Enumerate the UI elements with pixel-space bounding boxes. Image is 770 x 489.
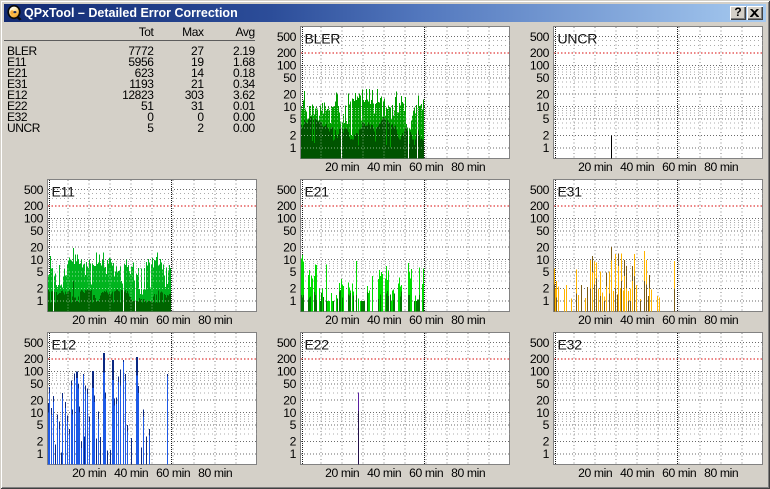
svg-text:1: 1 bbox=[543, 141, 550, 155]
svg-text:60 min: 60 min bbox=[662, 466, 696, 480]
svg-text:60 min: 60 min bbox=[156, 466, 190, 480]
svg-text:5: 5 bbox=[37, 418, 44, 432]
svg-text:20 min: 20 min bbox=[325, 466, 359, 480]
svg-text:BLER: BLER bbox=[305, 31, 341, 47]
svg-text:80 min: 80 min bbox=[451, 313, 485, 327]
svg-text:20 min: 20 min bbox=[325, 160, 359, 174]
svg-text:5: 5 bbox=[37, 265, 44, 279]
svg-text:E32: E32 bbox=[558, 337, 583, 353]
svg-text:20 min: 20 min bbox=[578, 313, 612, 327]
svg-text:40 min: 40 min bbox=[114, 313, 148, 327]
svg-text:40 min: 40 min bbox=[367, 160, 401, 174]
svg-text:20 min: 20 min bbox=[325, 313, 359, 327]
svg-text:1: 1 bbox=[290, 141, 297, 155]
svg-text:500: 500 bbox=[530, 183, 550, 197]
svg-text:50: 50 bbox=[283, 377, 296, 391]
svg-text:1: 1 bbox=[290, 447, 297, 461]
svg-text:50: 50 bbox=[536, 224, 549, 238]
svg-text:40 min: 40 min bbox=[620, 160, 654, 174]
svg-text:E21: E21 bbox=[305, 184, 330, 200]
svg-text:60 min: 60 min bbox=[409, 466, 443, 480]
svg-text:E11: E11 bbox=[52, 184, 76, 200]
svg-text:40 min: 40 min bbox=[367, 313, 401, 327]
svg-text:1: 1 bbox=[290, 294, 297, 308]
svg-text:500: 500 bbox=[277, 183, 297, 197]
svg-text:50: 50 bbox=[283, 224, 296, 238]
svg-text:E31: E31 bbox=[558, 184, 583, 200]
svg-text:5: 5 bbox=[543, 418, 550, 432]
svg-text:5: 5 bbox=[290, 418, 297, 432]
svg-text:E22: E22 bbox=[305, 337, 330, 353]
svg-text:40 min: 40 min bbox=[620, 313, 654, 327]
svg-text:20 min: 20 min bbox=[72, 313, 106, 327]
svg-text:1: 1 bbox=[543, 294, 550, 308]
svg-text:60 min: 60 min bbox=[409, 313, 443, 327]
svg-text:500: 500 bbox=[277, 30, 297, 44]
svg-text:50: 50 bbox=[536, 377, 549, 391]
svg-text:50: 50 bbox=[30, 377, 43, 391]
svg-text:500: 500 bbox=[530, 336, 550, 350]
svg-text:1: 1 bbox=[37, 447, 44, 461]
svg-text:80 min: 80 min bbox=[451, 466, 485, 480]
svg-text:5: 5 bbox=[543, 265, 550, 279]
svg-text:50: 50 bbox=[283, 71, 296, 85]
svg-text:5: 5 bbox=[543, 112, 550, 126]
svg-text:500: 500 bbox=[530, 30, 550, 44]
svg-text:40 min: 40 min bbox=[114, 466, 148, 480]
svg-text:5: 5 bbox=[290, 112, 297, 126]
svg-text:1: 1 bbox=[543, 447, 550, 461]
svg-text:80 min: 80 min bbox=[704, 466, 738, 480]
svg-text:50: 50 bbox=[30, 224, 43, 238]
svg-text:500: 500 bbox=[277, 336, 297, 350]
svg-text:5: 5 bbox=[290, 265, 297, 279]
svg-text:80 min: 80 min bbox=[451, 160, 485, 174]
svg-text:500: 500 bbox=[24, 336, 44, 350]
svg-text:20 min: 20 min bbox=[578, 160, 612, 174]
svg-text:80 min: 80 min bbox=[198, 466, 232, 480]
svg-text:UNCR: UNCR bbox=[558, 31, 598, 47]
svg-text:20 min: 20 min bbox=[72, 466, 106, 480]
svg-text:80 min: 80 min bbox=[704, 160, 738, 174]
svg-text:20 min: 20 min bbox=[578, 466, 612, 480]
svg-text:60 min: 60 min bbox=[662, 313, 696, 327]
svg-text:60 min: 60 min bbox=[156, 313, 190, 327]
svg-text:40 min: 40 min bbox=[620, 466, 654, 480]
svg-text:60 min: 60 min bbox=[662, 160, 696, 174]
svg-text:60 min: 60 min bbox=[409, 160, 443, 174]
svg-text:80 min: 80 min bbox=[704, 313, 738, 327]
svg-text:1: 1 bbox=[37, 294, 44, 308]
svg-text:40 min: 40 min bbox=[367, 466, 401, 480]
svg-text:E12: E12 bbox=[52, 337, 77, 353]
svg-text:50: 50 bbox=[536, 71, 549, 85]
svg-text:80 min: 80 min bbox=[198, 313, 232, 327]
svg-text:500: 500 bbox=[24, 183, 44, 197]
